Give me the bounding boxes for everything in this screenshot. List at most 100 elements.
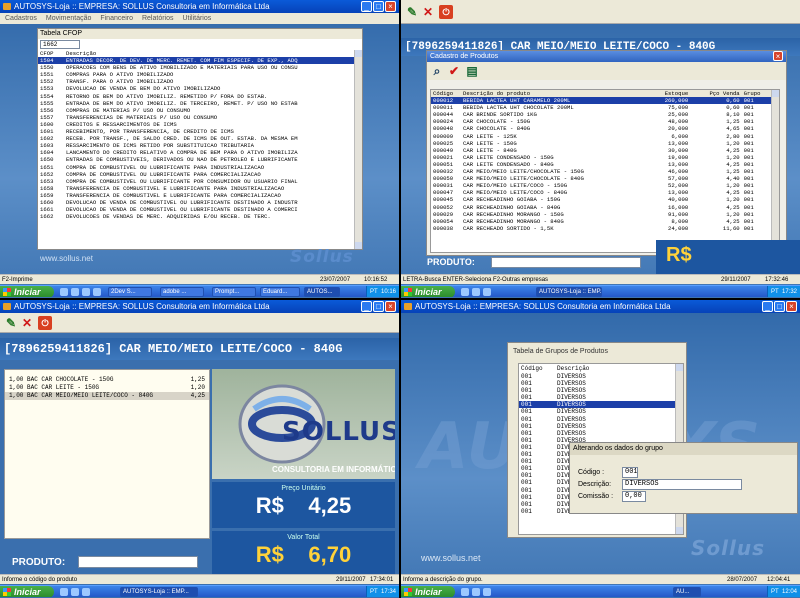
table-row[interactable]: 1653 COMPRA DE COMBUSTIVEL OU LUBRIFICANT… [38,178,355,185]
tray-lang[interactable]: PT [370,289,378,295]
edit-icon[interactable]: ✎ [4,316,18,330]
close-button[interactable]: × [786,301,797,312]
task-item-active[interactable]: AU... [673,587,701,597]
col-descricao[interactable]: Descrição do produto [461,90,649,97]
task-item[interactable]: 2Dev S... [108,287,152,297]
exit-icon[interactable]: ⏻ [38,316,52,330]
quicklaunch-ie-icon[interactable] [461,288,469,296]
list-item[interactable]: 1,00 BAC CAR CHOCOLATE - 150G 1,25 [5,376,209,384]
produto-input[interactable] [491,257,641,268]
start-button[interactable]: Iniciar [0,286,54,297]
table-row[interactable]: 1552 TRANSF. PARA O ATIVO IMOBILIZADO [38,78,355,85]
table-row[interactable]: 000024 CAR CHOCOLATE - 150G 48,000 1,25 001 [431,118,773,125]
table-row[interactable]: 1556 COMPRAS DE MATERIAS P/ USO OU CONSUM… [38,107,355,114]
table-row[interactable]: 000049 CAR LEITE - 840G 30,000 4,25 001 [431,147,773,154]
exit-icon[interactable]: ⏻ [439,5,453,19]
comissao-input[interactable]: 0,00 [622,491,646,502]
table-row[interactable]: 1660 DEVOLUCAO DE VENDA DE COMBUSTIVEL OU… [38,199,355,206]
table-row[interactable]: 1652 COMPRA DE COMBUSTIVEL OU LUBRIFICANT… [38,171,355,178]
quicklaunch-ie-icon[interactable] [60,288,68,296]
table-row[interactable]: 1600 CREDITOS E RESSARCIMENTOS DE ICMS [38,121,355,128]
quicklaunch-desktop-icon[interactable] [472,288,480,296]
table-row[interactable]: 1553 DEVOLUCAO DE VENDA DE BEM DO ATIVO I… [38,85,355,92]
export-icon[interactable]: ▤ [465,64,479,78]
table-row[interactable]: 000011 BEBIDA LACTEA UHT CHOCOLATE 200ML 7… [431,104,773,111]
table-row[interactable]: 000038 CAR RECHEADO SORTIDO - 1,5K 24,000 1… [431,225,773,232]
table-row[interactable]: 000012 BEBIDA LACTEA UHT CARAMELO 200ML 26… [431,97,773,105]
table-row[interactable]: 1601 RECEBIMENTO, POR TRANSFERENCIA, DE C… [38,128,355,135]
table-row[interactable]: 000048 CAR CHOCOLATE - 840G 20,000 4,65 001 [431,125,773,132]
task-item[interactable]: Eduard... [260,287,300,297]
table-row[interactable]: 001DIVERSOS [519,430,677,437]
table-row[interactable]: 001DIVERSOS [519,394,677,401]
menu-utilitarios[interactable]: Utilitários [182,15,211,22]
confirm-check-icon[interactable]: ✔ [447,64,461,78]
quicklaunch-ie-icon[interactable] [60,588,68,596]
table-row[interactable]: 000052 CAR RECHEADINHO GOIABA - 840G 16,00… [431,204,773,211]
table-row[interactable]: 1662 DEVOLUCOES DE VENDAS DE MERC. ADQUIR… [38,213,355,220]
table-row[interactable]: 000031 CAR MEIO/MEIO LEITE/COCO - 150G 52,… [431,182,773,189]
table-row[interactable]: 000054 CAR RECHEADINHO MORANGO - 840G 8,00… [431,218,773,225]
delete-icon[interactable]: ✕ [421,5,435,19]
minimize-button[interactable]: _ [361,1,372,12]
table-row[interactable]: 1603 RESSARCIMENTO DE ICMS RETIDO POR SUB… [38,142,355,149]
col-descricao[interactable]: Descrição [555,364,677,373]
menu-cadastros[interactable]: Cadastros [5,15,37,22]
produto-input[interactable] [78,556,198,568]
table-row[interactable]: 000047 CAR MEIO/MEIO LEITE/COCO - 840G 13,… [431,189,773,196]
table-row[interactable]: 1550 OPERACOES COM BENS DE ATIVO IMOBILIZ… [38,64,355,71]
quicklaunch-desktop-icon[interactable] [71,288,79,296]
quicklaunch-desktop-icon[interactable] [472,588,480,596]
cfop-search-input[interactable]: 1662 [40,40,80,49]
menu-movimentacao[interactable]: Movimentação [46,15,92,22]
maximize-button[interactable]: □ [373,301,384,312]
maximize-button[interactable]: □ [774,301,785,312]
table-row[interactable]: 001DIVERSOS [519,373,677,380]
delete-icon[interactable]: ✕ [20,316,34,330]
table-row[interactable]: 1650 ENTRADAS DE COMBUSTIVEIS, DERIVADOS … [38,156,355,163]
table-row[interactable]: 1554 RETORNO DE BEM DO ATIVO IMOBILIZ. RE… [38,93,355,100]
quicklaunch-ie-icon[interactable] [461,588,469,596]
task-item-active[interactable]: AUTOS... [304,287,340,297]
task-item-active[interactable]: AUTOSYS-Loja :: EMP... [536,287,602,297]
table-row[interactable]: 1661 DEVOLUCAO DE VENDA DE COMBUSTIVEL OU… [38,206,355,213]
table-row[interactable]: 001DIVERSOS [519,416,677,423]
table-row[interactable]: 000050 CAR MEIO/MEIO LEITE/CHOCOLATE - 84… [431,175,773,182]
table-row[interactable]: 1651 COMPRA DE COMBUSTIVEL OU LUBRIFICANT… [38,164,355,171]
table-row[interactable]: 000051 CAR LEITE CONDENSADO - 840G 13,000 4… [431,161,773,168]
table-row[interactable]: 000021 CAR LEITE CONDENSADO - 150G 19,000 1… [431,154,773,161]
start-button[interactable]: Iniciar [401,286,455,297]
table-row[interactable]: 1551 COMPRAS PARA O ATIVO IMOBILIZADO [38,71,355,78]
search-icon[interactable]: ⌕ [430,64,444,78]
table-row[interactable]: 1557 TRANSFERENCIAS DE MATERIAIS P/ USO O… [38,114,355,121]
col-cfop[interactable]: CFOP [38,50,64,57]
table-row[interactable]: 001DIVERSOS [519,408,677,415]
table-row[interactable]: 000009 CAR LEITE - 125K 6,000 2,80 001 [431,133,773,140]
quicklaunch-desktop-icon[interactable] [71,588,79,596]
quicklaunch-explorer-icon[interactable] [483,588,491,596]
task-item-active[interactable]: AUTOSYS-Loja :: EMP... [120,587,198,597]
table-row[interactable]: 000044 CAR BRINDE SORTIDO 1KG 25,000 8,10 00… [431,111,773,118]
table-row[interactable]: 000029 CAR RECHEADINHO MORANGO - 150G 91,0… [431,211,773,218]
col-codigo[interactable]: Código [431,90,461,97]
start-button[interactable]: Iniciar [401,586,455,597]
task-item[interactable]: adobe ... [160,287,204,297]
quicklaunch-explorer-icon[interactable] [82,288,90,296]
table-row[interactable]: 000045 CAR RECHEADINHO GOIABA - 150G 40,00… [431,196,773,203]
table-row[interactable]: 1604 LANCAMENTO DO CREDITO RELATIVO A COM… [38,149,355,156]
table-row[interactable]: 001DIVERSOS [519,423,677,430]
table-row[interactable]: 000025 CAR LEITE - 150G 13,000 1,20 001 [431,140,773,147]
table-row[interactable]: 1659 TRANSFERENCIA DE COMBUSTIVEL E LUBRI… [38,192,355,199]
close-button[interactable]: × [385,1,396,12]
table-row[interactable]: 1555 ENTRADA DE BEM DO ATIVO IMOBILIZ. DE… [38,100,355,107]
quicklaunch-explorer-icon[interactable] [483,288,491,296]
table-row[interactable]: 001DIVERSOS [519,401,677,409]
table-row[interactable]: 1658 TRANSFERENCIA DE COMBUSTIVEL E LUBRI… [38,185,355,192]
vertical-scrollbar[interactable] [354,50,362,249]
vertical-scrollbar[interactable] [771,90,779,252]
col-descricao[interactable]: Descrição [64,50,355,57]
tray-lang[interactable]: PT [771,589,779,595]
table-row[interactable]: 000032 CAR MEIO/MEIO LEITE/CHOCOLATE - 15… [431,168,773,175]
close-button[interactable]: × [385,301,396,312]
list-item[interactable]: 1,00 BAC CAR MEIO/MEIO LEITE/COCO - 840G… [5,392,209,400]
